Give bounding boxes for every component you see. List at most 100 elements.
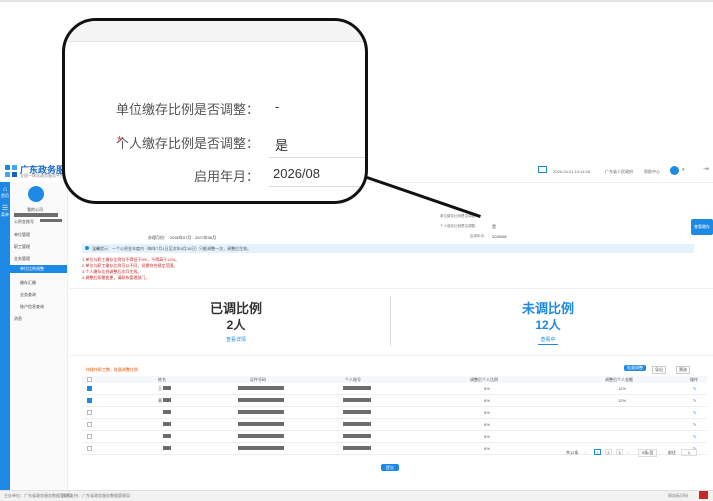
table-row[interactable] [82, 384, 707, 394]
row-ratio: 8% [484, 446, 490, 451]
sidebar [10, 182, 68, 490]
row-checkbox[interactable] [87, 422, 92, 427]
gov-badge-icon[interactable] [699, 491, 708, 499]
zoom-input-border [268, 157, 365, 158]
table-row[interactable] [82, 444, 707, 454]
goto-page-input[interactable]: 1 [681, 449, 697, 456]
row-name-redacted [163, 386, 171, 390]
row-edit-icon[interactable]: ✎ [693, 422, 696, 427]
row-name-redacted [163, 398, 171, 402]
period-label: 办理月份： [148, 235, 168, 240]
table-row[interactable] [82, 432, 707, 442]
goto-label: 前往 [668, 450, 676, 455]
row-id-redacted [238, 422, 284, 426]
row-checkbox[interactable] [87, 434, 92, 439]
row-ratio: 8% [484, 410, 490, 415]
footer-support: 技术支持：广东省政务服务数据管理局 [62, 493, 130, 498]
row-amount: 12% [618, 386, 627, 391]
row-name: 黄 [158, 398, 162, 403]
prev-page-icon[interactable]: ‹ [585, 450, 586, 455]
account-redacted [40, 219, 62, 222]
sidebar-item-staff[interactable]: 职工管理 [14, 244, 30, 250]
row-checkbox[interactable] [87, 386, 92, 391]
row-checkbox[interactable] [87, 398, 92, 403]
sidebar-item-query[interactable]: 业务查询 [20, 292, 36, 298]
zoom-callout: 单位缴存比例是否调整： - * 个人缴存比例是否调整： 是 启用年月： 2026… [62, 18, 368, 204]
row-ratio: 8% [484, 422, 490, 427]
company-logo [28, 186, 44, 202]
row-id-redacted [238, 446, 284, 450]
row-amount: 12% [618, 398, 627, 403]
header-user-text[interactable]: 广东省人民政府 [605, 169, 633, 175]
left-rail [0, 182, 10, 490]
row-id-redacted [238, 410, 284, 414]
col-action: 操作 [690, 377, 698, 382]
company-id-redacted [14, 213, 58, 217]
row-edit-icon[interactable]: ✎ [693, 386, 696, 391]
sidebar-item-deposit[interactable]: 缴存汇缴 [20, 280, 36, 286]
unadjusted-label: 未调比例 [521, 301, 574, 316]
col-account: 个人账号 [345, 377, 361, 382]
stats-divider [390, 296, 391, 346]
table-row[interactable] [82, 408, 707, 418]
batch-adjust-button[interactable]: 批量调整 [624, 365, 646, 371]
mail-icon[interactable] [538, 166, 547, 173]
rail-home[interactable]: ⌂ 首页 [0, 186, 10, 199]
view-deposit-button[interactable]: 查看缴存 [691, 219, 713, 235]
sidebar-item-unit[interactable]: 单位管理 [14, 232, 30, 238]
submit-button[interactable]: 提交 [381, 464, 399, 471]
export-button[interactable]: 导出 [652, 366, 666, 374]
notice-line-4: 4.调整后如需变更，请联系管理部门。 [82, 275, 150, 280]
zoom-personal-ratio-value: 是 [275, 138, 289, 153]
zoom-top-band [65, 21, 365, 42]
row-name-redacted [163, 410, 171, 414]
page-3[interactable]: 3 [616, 449, 623, 455]
row-checkbox[interactable] [87, 446, 92, 451]
col-name: 姓名 [158, 377, 166, 382]
table-toolbar-note[interactable]: 待操作职工数，批量调整比例 [86, 367, 138, 373]
row-edit-icon[interactable]: ✎ [693, 398, 696, 403]
row-ratio: 8% [484, 398, 490, 403]
row-id-redacted [238, 386, 284, 390]
row-divider [82, 406, 707, 407]
sidebar-item-ratio-adjust[interactable]: 单位比例调整 [10, 265, 67, 273]
page-size-select[interactable]: 5条/页 [638, 449, 658, 457]
zoom-start-month-value: 2026/08 [273, 166, 320, 181]
adjusted-label: 已调比例 [209, 301, 262, 316]
row-edit-icon[interactable]: ✎ [693, 434, 696, 439]
row-divider [82, 394, 707, 395]
avatar[interactable] [670, 166, 679, 175]
row-checkbox[interactable] [87, 410, 92, 415]
logout-icon[interactable]: ⇥ [703, 165, 709, 173]
info-text: 温馨提示：一个公积金年度内（每年7月1日至次年6月30日）只能调整一次，调整后生… [92, 246, 252, 251]
filter-button[interactable]: 筛选 [676, 366, 690, 374]
help-center-link[interactable]: 帮助中心 [644, 169, 660, 175]
account-label: 公积金账号 [14, 219, 34, 224]
row-edit-icon[interactable]: ✎ [693, 410, 696, 415]
sidebar-item-message[interactable]: 消息 [14, 316, 22, 322]
next-page-icon[interactable]: › [627, 450, 628, 455]
page-2[interactable]: 2 [605, 449, 612, 455]
sidebar-item-account[interactable]: 账户信息查询 [20, 304, 44, 310]
adjusted-detail-link[interactable]: 查看详情 [136, 336, 336, 343]
zoom-input-border-2 [268, 186, 365, 187]
info-icon [85, 246, 89, 250]
sidebar-item-business[interactable]: 业务管理 [14, 256, 30, 262]
select-all-checkbox[interactable] [87, 377, 92, 382]
table-row[interactable] [82, 420, 707, 430]
chevron-down-icon[interactable]: ▾ [682, 167, 685, 173]
row-divider [82, 418, 707, 419]
rail-menu[interactable]: ☰ 菜单 [0, 204, 10, 218]
personal-ratio-small-label: 个人缴存比例是否调整： [440, 224, 479, 228]
table-row[interactable] [82, 396, 707, 406]
logo-icon [5, 165, 17, 177]
unadjusted-detail-link[interactable]: 查看中 [448, 336, 648, 343]
page-1[interactable]: 1 [594, 449, 601, 455]
col-amount: 调整后个人金额 [605, 377, 633, 382]
row-account-redacted [343, 398, 371, 402]
menu-icon: ☰ [1, 205, 9, 212]
period-value: 2026年07月 - 2027年06月 [170, 235, 217, 240]
row-divider [82, 454, 707, 455]
row-account-redacted [343, 410, 371, 414]
col-ratio: 调整后个人比例 [470, 377, 498, 382]
